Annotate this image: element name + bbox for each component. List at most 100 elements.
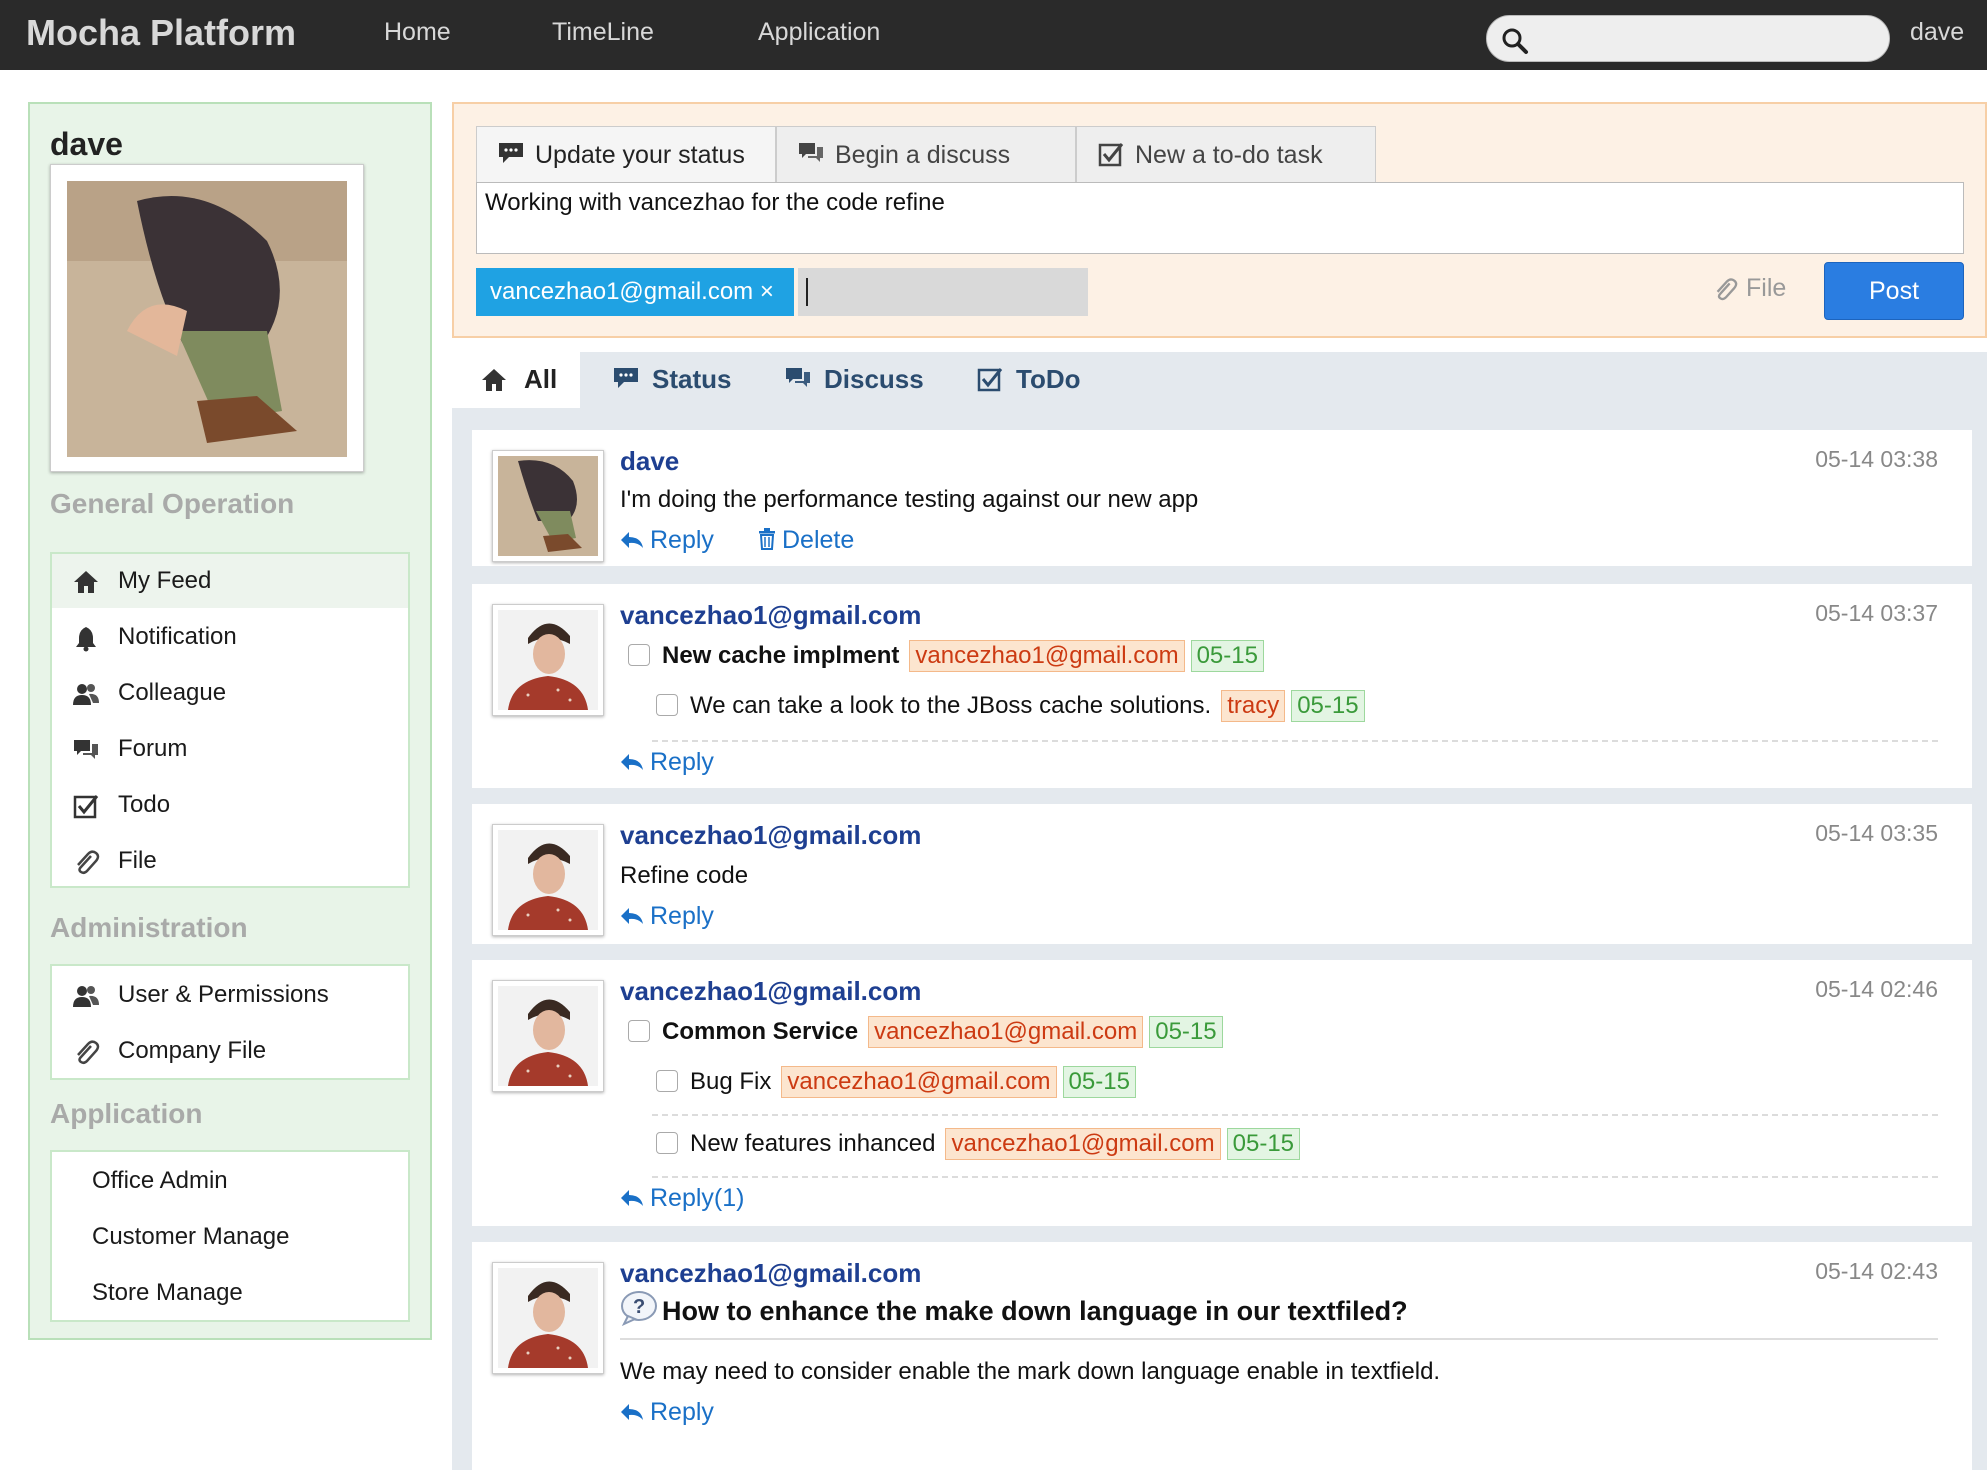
paperclip-icon [1716, 278, 1738, 301]
profile-name: dave [50, 126, 123, 162]
tab-begin-discuss[interactable]: Begin a discuss [776, 126, 1076, 182]
todo-checkbox[interactable] [628, 644, 650, 666]
avatar[interactable] [492, 824, 604, 936]
nav-home[interactable]: Home [384, 18, 451, 47]
post-author[interactable]: vancezhao1@gmail.com [620, 976, 921, 1007]
nav-application[interactable]: Application [758, 18, 880, 47]
avatar[interactable] [492, 1262, 604, 1374]
todo-title: New features inhanced [690, 1130, 936, 1157]
sidebar-item-customer-manage[interactable]: Customer Manage [52, 1210, 408, 1264]
todo-assignee-badge[interactable]: vancezhao1@gmail.com [945, 1128, 1221, 1160]
reply-arrow-icon [621, 908, 643, 924]
sidebar-item-store-manage[interactable]: Store Manage [52, 1266, 408, 1320]
discussion-title[interactable]: ? How to enhance the make down language i… [620, 1290, 1408, 1327]
brand-logo[interactable]: Mocha Platform [26, 12, 296, 54]
post-time: 05-14 03:38 [1815, 446, 1938, 472]
todo-checkbox[interactable] [628, 1020, 650, 1042]
post-author[interactable]: dave [620, 446, 679, 477]
todo-subitem: Bug Fix vancezhao1@gmail.com 05-15 [656, 1066, 1136, 1098]
todo-assignee-badge[interactable]: tracy [1221, 690, 1286, 722]
sidebar-item-todo[interactable]: Todo [52, 778, 408, 832]
delete-label: Delete [782, 526, 855, 554]
sidebar-item-forum[interactable]: Forum [52, 722, 408, 776]
todo-assignee-badge[interactable]: vancezhao1@gmail.com [868, 1016, 1144, 1048]
users-icon [73, 986, 99, 1007]
reply-label: Reply [650, 902, 714, 930]
sidebar-item-my-feed[interactable]: My Feed [52, 554, 408, 608]
sidebar-item-file[interactable]: File [52, 834, 408, 888]
avatar[interactable] [492, 450, 604, 562]
reply-link[interactable]: Reply [620, 1398, 714, 1427]
tab-discuss[interactable]: Discuss [784, 352, 944, 408]
todo-date-badge: 05-15 [1149, 1016, 1223, 1048]
divider [652, 1176, 1938, 1178]
tab-label: Discuss [824, 364, 924, 394]
discussion-title-text: How to enhance the make down language in… [662, 1296, 1408, 1326]
post-button[interactable]: Post [1824, 262, 1964, 320]
status-textarea[interactable]: Working with vancezhao for the code refi… [476, 182, 1964, 254]
todo-assignee-badge[interactable]: vancezhao1@gmail.com [781, 1066, 1057, 1098]
feed-post: vancezhao1@gmail.com 05-14 02:43 ? How to… [472, 1242, 1972, 1470]
post-text: We may need to consider enable the mark … [620, 1358, 1441, 1385]
sidebar-item-label: Customer Manage [92, 1223, 290, 1250]
tab-new-todo[interactable]: New a to-do task [1076, 126, 1376, 182]
todo-title: Common Service [662, 1018, 859, 1045]
todo-checkbox[interactable] [656, 1132, 678, 1154]
todo-date-badge: 05-15 [1190, 640, 1264, 672]
reply-link[interactable]: Reply [620, 748, 714, 777]
sidebar-item-company-file[interactable]: Company File [52, 1024, 408, 1078]
search-input[interactable] [1539, 24, 1879, 54]
sidebar-item-office-admin[interactable]: Office Admin [52, 1154, 408, 1208]
nav-user-menu[interactable]: dave [1910, 18, 1964, 47]
sidebar-item-colleague[interactable]: Colleague [52, 666, 408, 720]
post-text: Refine code [620, 862, 749, 889]
paperclip-icon [77, 850, 100, 875]
reply-label: Reply [650, 748, 714, 776]
reply-link[interactable]: Reply(1) [620, 1184, 744, 1213]
trash-icon [759, 528, 775, 550]
tab-label: Begin a discuss [835, 141, 1011, 169]
tab-all[interactable]: All [452, 352, 580, 408]
mention-tag[interactable]: vancezhao1@gmail.com × [476, 268, 794, 316]
reply-arrow-icon [621, 1404, 643, 1420]
post-author[interactable]: vancezhao1@gmail.com [620, 820, 921, 851]
tab-status[interactable]: Status [612, 352, 752, 408]
profile-photo[interactable] [50, 164, 364, 472]
checkbox-icon [73, 795, 99, 819]
sidebar-item-user-permissions[interactable]: User & Permissions [52, 968, 408, 1022]
nav-timeline[interactable]: TimeLine [552, 18, 654, 47]
todo-assignee-badge[interactable]: vancezhao1@gmail.com [909, 640, 1185, 672]
attach-file-button[interactable]: File [1712, 274, 1786, 303]
divider [652, 740, 1938, 742]
tab-todo[interactable]: ToDo [976, 352, 1116, 408]
sidebar-item-label: Company File [118, 1037, 267, 1064]
todo-checkbox[interactable] [656, 694, 678, 716]
todo-checkbox[interactable] [656, 1070, 678, 1092]
todo-item: New cache implment vancezhao1@gmail.com 05… [628, 640, 1264, 672]
checkbox-icon [977, 368, 1003, 392]
bell-icon [76, 627, 96, 652]
tab-update-status[interactable]: Update your status [476, 126, 776, 182]
reply-link[interactable]: Reply [620, 526, 714, 555]
todo-item: Common Service vancezhao1@gmail.com 05-15 [628, 1016, 1223, 1048]
post-author[interactable]: vancezhao1@gmail.com [620, 1258, 921, 1289]
home-icon [482, 369, 506, 391]
sidebar-item-notification[interactable]: Notification [52, 610, 408, 664]
divider [652, 1114, 1938, 1116]
question-bubble-icon: ? [621, 1291, 657, 1327]
users-icon [73, 684, 99, 705]
sidebar-item-label: Notification [118, 623, 237, 650]
mention-input[interactable] [798, 268, 1088, 316]
post-author[interactable]: vancezhao1@gmail.com [620, 600, 921, 631]
text-caret [806, 278, 808, 306]
section-general-operation: General Operation [50, 488, 295, 519]
application-menu: Office Admin Customer Manage Store Manag… [50, 1150, 410, 1322]
avatar[interactable] [492, 604, 604, 716]
search-box[interactable] [1486, 15, 1890, 62]
delete-link[interactable]: Delete [758, 526, 854, 555]
chat-icon [799, 143, 823, 162]
avatar[interactable] [492, 980, 604, 1092]
sidebar-item-label: User & Permissions [118, 981, 329, 1008]
reply-link[interactable]: Reply [620, 902, 714, 931]
tab-label: Update your status [535, 141, 745, 169]
